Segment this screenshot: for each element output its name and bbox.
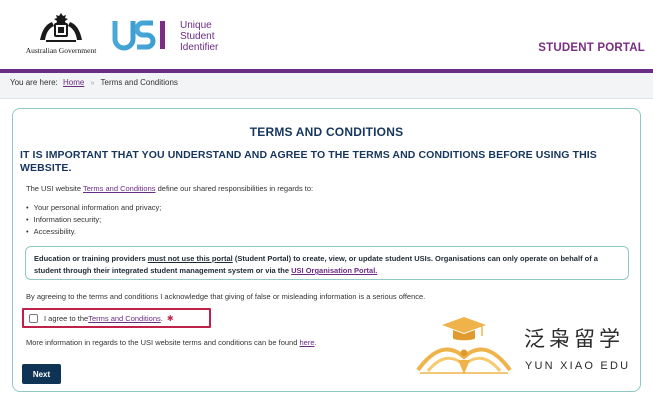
coat-of-arms-icon	[40, 13, 82, 42]
watermark: 泛枭留学 YUN XIAO EDU	[412, 315, 647, 390]
graduation-cap-logo-icon	[416, 317, 512, 374]
required-asterisk-icon: ✱	[166, 313, 174, 323]
usi-word-unique: Unique	[180, 19, 212, 31]
checkbox-label-before: I agree to the	[44, 313, 89, 323]
more-info-here-link[interactable]: here	[299, 338, 314, 347]
intro-terms-link[interactable]: Terms and Conditions	[83, 184, 156, 193]
list-item: Your personal information and privacy;	[26, 202, 162, 214]
intro-text-before: The USI website	[26, 184, 83, 193]
responsibilities-list: Your personal information and privacy; I…	[26, 202, 162, 238]
checkbox-label-after: .	[160, 313, 163, 323]
site-header: Australian Government Unique Student Ide…	[0, 0, 653, 70]
breadcrumb-current: Terms and Conditions	[100, 78, 178, 87]
intro-text-after: define our shared responsibilities in re…	[155, 184, 314, 193]
notice-text-1: Education or training providers	[34, 254, 148, 263]
more-info-paragraph: More information in regards to the USI w…	[26, 338, 317, 347]
agree-statement: By agreeing to the terms and conditions …	[26, 292, 426, 301]
list-item: Information security;	[26, 214, 161, 226]
usi-organisation-portal-link[interactable]: USI Organisation Portal.	[291, 266, 377, 275]
agree-checkbox-group: I agree to the Terms and Conditions. ✱	[22, 308, 211, 328]
usi-word-student: Student	[180, 30, 215, 42]
agree-checkbox[interactable]	[29, 313, 38, 323]
more-info-text-after: .	[314, 338, 317, 347]
important-heading: IT IS IMPORTANT THAT YOU UNDERSTAND AND …	[20, 149, 597, 174]
breadcrumb-home-link[interactable]: Home	[63, 78, 84, 87]
watermark-chinese-text: 泛枭留学	[524, 328, 624, 351]
portal-title: STUDENT PORTAL	[538, 42, 645, 54]
gov-logo-text: Australian Government	[25, 46, 97, 55]
checkbox-terms-link[interactable]: Terms and Conditions	[88, 314, 161, 323]
provider-notice: Education or training providers must not…	[25, 246, 629, 280]
intro-paragraph: The USI website Terms and Conditions def…	[26, 184, 313, 193]
usi-logo[interactable]: Unique Student Identifier	[112, 16, 218, 56]
usi-logo-words: Unique Student Identifier	[180, 20, 218, 53]
breadcrumb-prefix: You are here:	[10, 78, 58, 87]
watermark-english-text: YUN XIAO EDU	[525, 360, 631, 372]
next-button[interactable]: Next	[22, 364, 61, 384]
usi-word-identifier: Identifier	[180, 41, 219, 53]
usi-logo-mark	[112, 20, 165, 51]
notice-underlined-text: must not use this portal	[147, 254, 233, 263]
list-item: Accessibility.	[26, 226, 161, 238]
more-info-text: More information in regards to the USI w…	[26, 338, 300, 347]
australian-government-logo[interactable]: Australian Government	[18, 10, 104, 60]
breadcrumb: You are here: Home » Terms and Condition…	[0, 73, 653, 99]
page-title: TERMS AND CONDITIONS	[249, 125, 404, 139]
chevron-right-icon: »	[90, 80, 95, 87]
